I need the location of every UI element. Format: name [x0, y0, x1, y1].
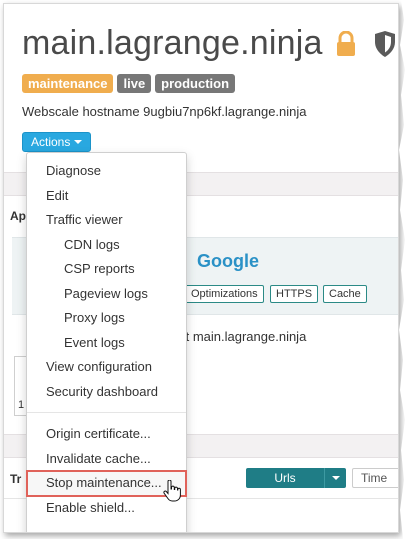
cache-tag[interactable]: Cache [323, 285, 367, 303]
torn-edge-decoration [399, 0, 409, 539]
chevron-down-icon [74, 140, 83, 144]
menu-item-view-configuration[interactable]: View configuration [27, 355, 186, 380]
urls-dropdown-button[interactable]: Urls [246, 468, 346, 488]
menu-item-diagnose[interactable]: Diagnose [27, 159, 186, 184]
actions-button[interactable]: Actions [22, 132, 92, 152]
optimizations-tag[interactable]: Optimizations [185, 285, 264, 303]
actions-button-label: Actions [31, 135, 71, 149]
menu-item-security-dashboard[interactable]: Security dashboard [27, 380, 186, 405]
app-window: main.lagrange.ninja maintenance live pro… [3, 3, 399, 533]
chevron-down-icon [331, 476, 340, 480]
title-row: main.lagrange.ninja [22, 24, 397, 63]
hostname-text: Webscale hostname 9ugbiu7np6kf.lagrange.… [22, 104, 307, 119]
menu-item-origin-certificate[interactable]: Origin certificate... [27, 422, 186, 447]
menu-divider [27, 412, 186, 413]
menu-item-event-logs[interactable]: Event logs [27, 331, 186, 356]
https-tag[interactable]: HTTPS [270, 285, 319, 303]
row-heading-fragment: Tr [10, 472, 22, 486]
live-badge: live [117, 74, 152, 93]
section-heading-fragment: Ap [10, 209, 26, 223]
left-card-digit: 1 [18, 399, 25, 411]
menu-item-invalidate-cache[interactable]: Invalidate cache... [27, 447, 186, 472]
urls-label: Urls [274, 471, 296, 485]
provider-link[interactable]: Google [197, 251, 259, 272]
hand-pointer-icon [163, 480, 181, 502]
menu-item-traffic-viewer[interactable]: Traffic viewer [27, 208, 186, 233]
menu-item-csp-reports[interactable]: CSP reports [27, 257, 186, 282]
menu-item-proxy-logs[interactable]: Proxy logs [27, 306, 186, 331]
time-button[interactable]: Time [352, 468, 398, 488]
menu-item-edit[interactable]: Edit [27, 184, 186, 209]
shield-icon[interactable] [373, 30, 397, 58]
lock-icon [336, 30, 355, 56]
maintenance-badge: maintenance [22, 74, 114, 93]
menu-item-cdn-logs[interactable]: CDN logs [27, 233, 186, 258]
page-title: main.lagrange.ninja [22, 24, 323, 62]
actions-dropdown-menu: Diagnose Edit Traffic viewer CDN logs CS… [26, 152, 187, 532]
status-badges: maintenance live production [22, 74, 236, 93]
production-badge: production [155, 74, 236, 93]
menu-item-pageview-logs[interactable]: Pageview logs [27, 282, 186, 307]
domain-fragment: ft main.lagrange.ninja [182, 329, 307, 344]
